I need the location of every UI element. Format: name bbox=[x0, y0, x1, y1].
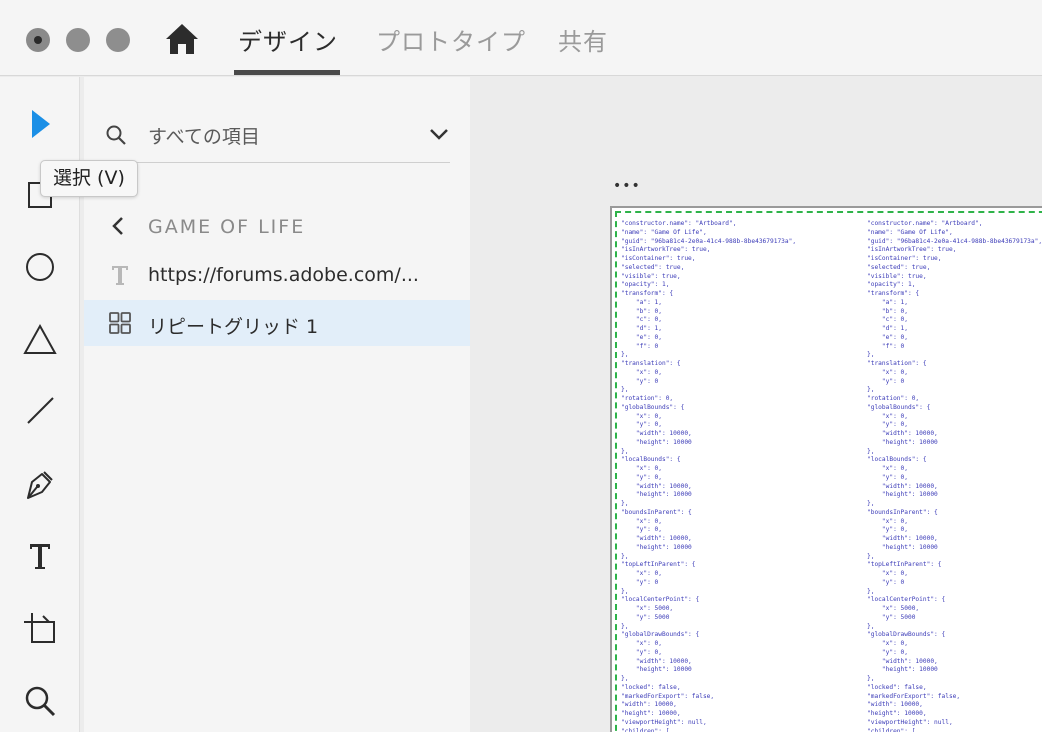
layer-item-text[interactable]: https://forums.adobe.com/... bbox=[84, 252, 470, 298]
line-icon bbox=[27, 397, 54, 424]
chevron-left-icon[interactable] bbox=[110, 215, 126, 237]
canvas[interactable]: ••• "constructor.name": "Artboard", "nam… bbox=[471, 77, 1042, 732]
artboard[interactable]: "constructor.name": "Artboard", "name": … bbox=[610, 206, 1042, 732]
text-layer-icon bbox=[112, 266, 128, 285]
home-icon[interactable] bbox=[164, 22, 200, 56]
artboard-tool[interactable] bbox=[20, 608, 60, 648]
text-icon bbox=[30, 544, 50, 569]
line-tool[interactable] bbox=[20, 390, 60, 430]
artboard-icon bbox=[24, 613, 55, 643]
tooltip: 選択 (V) bbox=[40, 160, 138, 197]
triangle-icon bbox=[23, 323, 57, 354]
ellipse-tool[interactable] bbox=[20, 247, 60, 287]
ellipse-icon bbox=[26, 253, 54, 281]
layer-label: リピートグリッド 1 bbox=[148, 316, 319, 338]
repeat-grid-cell-text: "constructor.name": "Artboard", "name": … bbox=[621, 220, 797, 732]
polygon-tool[interactable] bbox=[20, 320, 60, 360]
top-bar: デザイン プロトタイプ 共有 bbox=[0, 0, 1042, 76]
tab-share[interactable]: 共有 bbox=[558, 22, 608, 57]
active-tab-indicator bbox=[234, 70, 340, 75]
layer-item-repeat-grid[interactable]: リピートグリッド 1 bbox=[84, 300, 470, 346]
repeat-grid-icon bbox=[109, 312, 131, 334]
layer-filter[interactable]: すべての項目 bbox=[104, 119, 450, 163]
minimize-button[interactable] bbox=[66, 28, 90, 52]
group-title: GAME OF LIFE bbox=[148, 216, 306, 238]
artboard-menu[interactable]: ••• bbox=[613, 179, 641, 193]
layers-panel: すべての項目 GAME OF LIFE https://forums.adobe… bbox=[84, 77, 470, 732]
text-tool[interactable] bbox=[20, 536, 60, 576]
pen-tool[interactable] bbox=[20, 464, 60, 504]
tab-design[interactable]: デザイン bbox=[238, 22, 338, 57]
pen-icon bbox=[27, 471, 53, 499]
zoom-button[interactable] bbox=[106, 28, 130, 52]
search-icon bbox=[106, 125, 126, 145]
zoom-tool[interactable] bbox=[20, 681, 60, 721]
select-tool[interactable] bbox=[20, 104, 60, 144]
layer-label: https://forums.adobe.com/... bbox=[148, 264, 419, 286]
filter-label: すべての項目 bbox=[148, 126, 260, 148]
tab-prototype[interactable]: プロトタイプ bbox=[376, 22, 526, 57]
magnifier-icon bbox=[25, 686, 56, 717]
close-button[interactable] bbox=[26, 28, 50, 52]
group-header[interactable]: GAME OF LIFE bbox=[108, 213, 448, 243]
arrow-icon bbox=[32, 110, 50, 138]
repeat-grid-cell-text: "constructor.name": "Artboard", "name": … bbox=[867, 220, 1042, 732]
chevron-down-icon[interactable] bbox=[428, 123, 450, 145]
